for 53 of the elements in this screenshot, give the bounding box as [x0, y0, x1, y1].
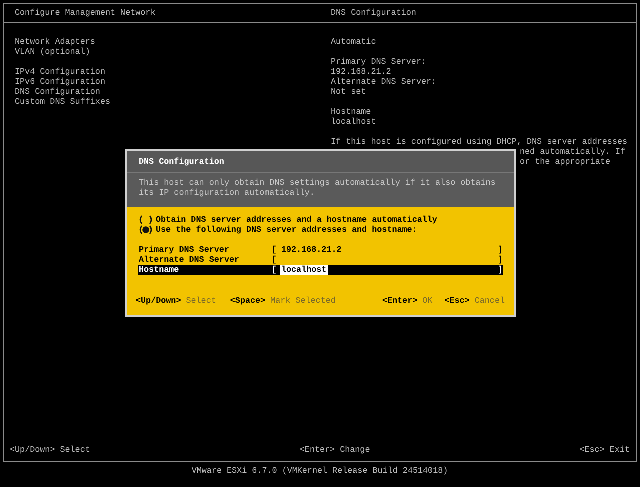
field-bracket: [	[272, 255, 278, 265]
input-field[interactable]: localhost	[280, 265, 328, 275]
key-hint: <Up/Down>	[10, 445, 56, 455]
key-hint: <Enter>	[382, 296, 418, 306]
panel-title: DNS Configuration	[331, 8, 416, 18]
input-field[interactable]: 192.168.21.2	[280, 245, 343, 255]
key-hint: <Up/Down>	[136, 296, 182, 306]
menu-item[interactable]: Network Adapters	[15, 37, 96, 47]
action-hint: Change	[340, 445, 370, 455]
radio-icon[interactable]	[139, 215, 153, 225]
menu-item[interactable]: VLAN (optional)	[15, 47, 90, 57]
detail-text: Primary DNS Server:	[331, 57, 426, 67]
key-hint: <Space>	[230, 296, 266, 306]
field-bracket: ]	[498, 255, 503, 265]
description-text: If this host is configured using DHCP, DNS server addresses	[331, 137, 628, 147]
menu-item[interactable]: IPv4 Configuration	[15, 67, 106, 77]
action-hint: Cancel	[474, 296, 505, 306]
dialog-message: This host can only obtain DNS settings automatically if it also obtains its IP configuration automatically.	[139, 178, 497, 198]
detail-text: Automatic	[331, 37, 376, 47]
key-hint: <Esc>	[580, 445, 605, 455]
detail-text: Alternate DNS Server:	[331, 77, 437, 87]
field-bracket: ]	[498, 265, 503, 275]
key-hint: <Enter>	[300, 445, 336, 455]
menu-item[interactable]: DNS Configuration	[15, 87, 100, 97]
option-label[interactable]: Obtain DNS server addresses and a hostname automatically	[156, 215, 438, 225]
detail-text: Hostname	[331, 107, 372, 117]
version-text: VMware ESXi 6.7.0 (VMKernel Release Build 24514018)	[192, 466, 448, 476]
field-bracket: [	[272, 265, 278, 275]
menu-item[interactable]: IPv6 Configuration	[15, 77, 106, 87]
action-hint: Select	[60, 445, 90, 455]
dialog-title: DNS Configuration	[139, 156, 224, 166]
field-row[interactable]: Alternate DNS Server [ ]	[138, 255, 503, 265]
key-hint: <Esc>	[444, 296, 470, 306]
menu-item[interactable]: Custom DNS Suffixes	[15, 97, 110, 107]
action-hint: Exit	[610, 445, 630, 455]
panel-title: Configure Management Network	[15, 8, 156, 18]
detail-text: localhost	[331, 117, 376, 127]
action-hint: Mark Selected	[270, 296, 336, 306]
description-text: ned automatically. If	[520, 147, 626, 157]
field-label: Primary DNS Server	[139, 245, 230, 255]
field-label: Alternate DNS Server	[139, 255, 241, 265]
detail-text: 192.168.21.2	[331, 67, 392, 77]
field-bracket: [	[272, 245, 278, 255]
radio-icon[interactable]	[139, 225, 153, 235]
action-hint: OK	[422, 296, 433, 306]
field-row[interactable]: Hostname [ localhost ]	[138, 265, 503, 275]
field-row[interactable]: Primary DNS Server [ 192.168.21.2 ]	[138, 245, 503, 255]
field-label: Hostname	[139, 265, 180, 275]
detail-text: Not set	[331, 87, 366, 97]
field-bracket: ]	[498, 245, 503, 255]
option-label[interactable]: Use the following DNS server addresses and hostname:	[156, 225, 418, 235]
action-hint: Select	[186, 296, 216, 306]
description-text: or the appropriate	[520, 157, 610, 167]
